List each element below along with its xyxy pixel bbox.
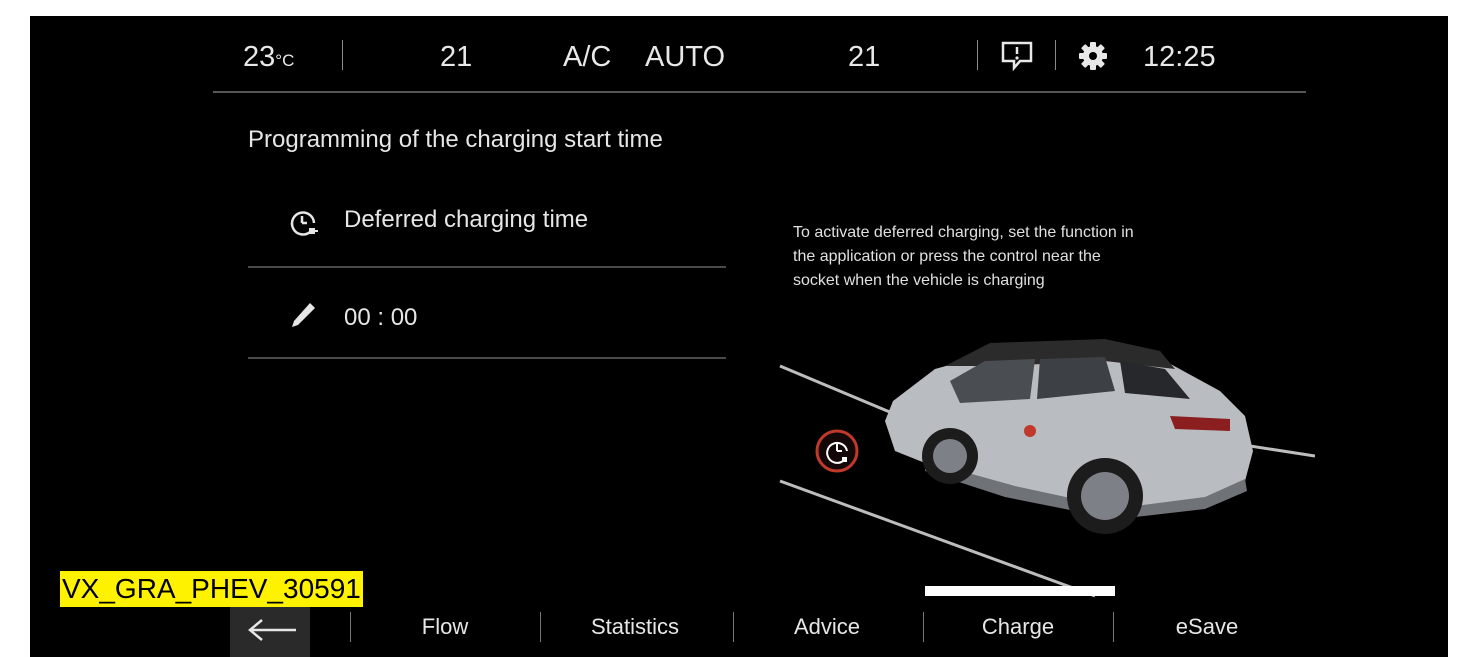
tab-advice[interactable]: Advice bbox=[794, 614, 860, 640]
info-text: To activate deferred charging, set the f… bbox=[793, 221, 1313, 293]
status-separator bbox=[977, 40, 978, 70]
status-bar-divider bbox=[213, 91, 1306, 93]
clock-plug-icon bbox=[288, 208, 318, 238]
info-text-line: To activate deferred charging, set the f… bbox=[793, 224, 1134, 241]
back-button[interactable] bbox=[230, 606, 310, 657]
gear-icon[interactable] bbox=[1078, 41, 1108, 71]
ac-button[interactable]: A/C bbox=[563, 40, 611, 74]
back-arrow-icon bbox=[248, 619, 296, 641]
deferred-charging-label: Deferred charging time bbox=[344, 206, 589, 233]
status-separator bbox=[1055, 40, 1056, 70]
info-text-line: socket when the vehicle is charging bbox=[793, 272, 1045, 289]
row-divider bbox=[248, 357, 726, 359]
image-reference-label: VX_GRA_PHEV_30591 bbox=[60, 571, 363, 607]
active-tab-indicator bbox=[925, 586, 1115, 596]
tab-flow[interactable]: Flow bbox=[422, 614, 468, 640]
charging-time-value: 00 : 00 bbox=[344, 304, 418, 331]
info-text-line: the application or press the control nea… bbox=[793, 248, 1101, 265]
right-temp-setting[interactable]: 21 bbox=[848, 40, 880, 74]
tab-separator bbox=[733, 612, 734, 642]
tab-separator bbox=[1113, 612, 1114, 642]
left-temp-setting[interactable]: 21 bbox=[440, 40, 472, 74]
tab-separator bbox=[350, 612, 351, 642]
deferred-charging-time-item[interactable]: Deferred charging time bbox=[248, 198, 726, 278]
tab-charge[interactable]: Charge bbox=[982, 614, 1054, 640]
message-alert-icon[interactable] bbox=[1000, 40, 1034, 72]
infotainment-screen: 23°C 21 A/C AUTO 21 12:25 Programming of… bbox=[30, 16, 1448, 657]
page-title: Programming of the charging start time bbox=[248, 126, 663, 153]
pencil-icon bbox=[288, 300, 318, 330]
auto-button[interactable]: AUTO bbox=[645, 40, 725, 74]
tab-statistics[interactable]: Statistics bbox=[591, 614, 679, 640]
tab-esave[interactable]: eSave bbox=[1176, 614, 1238, 640]
tab-separator bbox=[540, 612, 541, 642]
charging-time-value-item[interactable]: 00 : 00 bbox=[248, 292, 726, 372]
status-separator bbox=[342, 40, 343, 70]
clock: 12:25 bbox=[1143, 41, 1216, 73]
outside-temp-value: 23 bbox=[243, 41, 276, 73]
tab-separator bbox=[923, 612, 924, 642]
outside-temp-unit: °C bbox=[275, 51, 295, 70]
outside-temperature: 23°C bbox=[243, 40, 294, 78]
car-charging-illustration bbox=[775, 321, 1316, 611]
row-divider bbox=[248, 266, 726, 268]
